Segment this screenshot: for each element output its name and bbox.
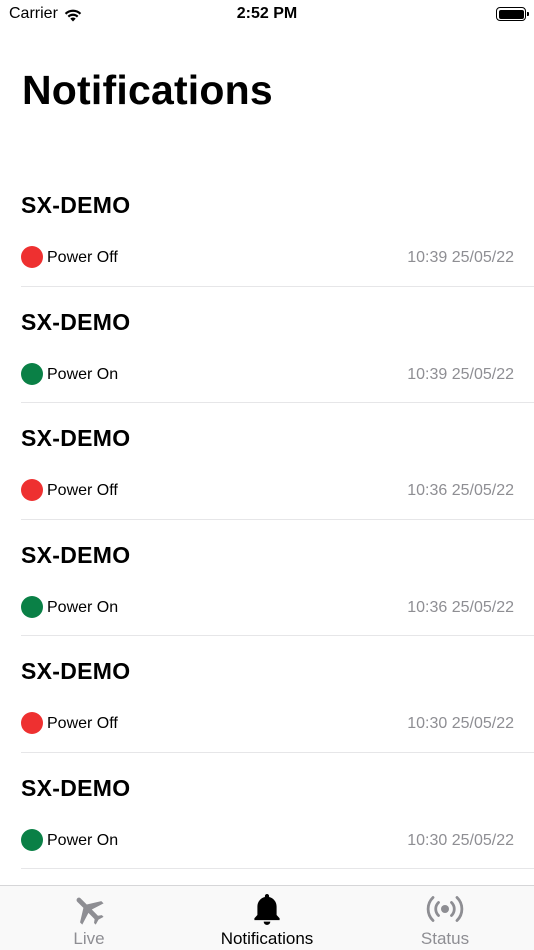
row-divider — [21, 868, 534, 869]
airplane-icon — [69, 890, 109, 928]
notification-row[interactable]: SX-DEMO Power On 10:30 25/05/22 — [0, 753, 534, 869]
event-timestamp: 10:36 25/05/22 — [407, 482, 514, 499]
battery-icon — [496, 7, 529, 21]
status-dot-icon — [21, 712, 43, 734]
tab-label-status: Status — [420, 929, 470, 948]
event-timestamp: 10:36 25/05/22 — [407, 598, 514, 616]
page-title: Notifications — [22, 67, 273, 113]
notification-row[interactable]: SX-DEMO Power On 10:39 25/05/22 — [0, 287, 534, 403]
status-dot-icon — [21, 362, 43, 385]
event-label: Power Off — [47, 249, 118, 266]
event-timestamp: 10:30 25/05/22 — [407, 831, 514, 849]
device-name: SX-DEMO — [21, 192, 131, 218]
broadcast-icon — [425, 890, 465, 928]
event-timestamp: 10:30 25/05/22 — [407, 715, 514, 732]
status-dot-icon — [21, 479, 43, 501]
tab-label-notifications: Notifications — [220, 929, 314, 948]
event-timestamp: 10:39 25/05/22 — [407, 249, 514, 266]
device-name: SX-DEMO — [21, 774, 131, 801]
event-label: Power Off — [47, 715, 118, 732]
device-name: SX-DEMO — [21, 308, 131, 335]
tab-live[interactable]: Live — [0, 886, 178, 950]
status-dot-icon — [21, 595, 43, 618]
tab-bar: Live Notifications Status — [0, 885, 534, 950]
status-bar: Carrier 2:52 PM — [0, 0, 534, 30]
event-label: Power On — [47, 598, 119, 616]
device-name: SX-DEMO — [21, 658, 131, 684]
notification-row[interactable]: SX-DEMO Power Off 10:39 25/05/22 — [0, 170, 534, 287]
event-timestamp: 10:39 25/05/22 — [407, 365, 514, 383]
device-name: SX-DEMO — [21, 425, 131, 451]
clock: 2:52 PM — [236, 5, 298, 22]
status-dot-icon — [21, 828, 43, 851]
bell-icon — [247, 890, 287, 928]
event-label: Power On — [47, 365, 119, 383]
event-label: Power Off — [47, 482, 118, 499]
event-label: Power On — [47, 831, 119, 849]
tab-notifications[interactable]: Notifications — [178, 886, 356, 950]
tab-label-live: Live — [73, 929, 105, 948]
notification-row[interactable]: SX-DEMO Power Off 10:30 25/05/22 — [0, 636, 534, 753]
tab-status[interactable]: Status — [356, 886, 534, 950]
notification-list[interactable]: SX-DEMO Power Off 10:39 25/05/22 SX-DEMO… — [0, 170, 534, 869]
status-dot-icon — [21, 246, 43, 268]
notification-row[interactable]: SX-DEMO Power On 10:36 25/05/22 — [0, 520, 534, 636]
device-name: SX-DEMO — [21, 541, 131, 568]
notification-row[interactable]: SX-DEMO Power Off 10:36 25/05/22 — [0, 403, 534, 520]
